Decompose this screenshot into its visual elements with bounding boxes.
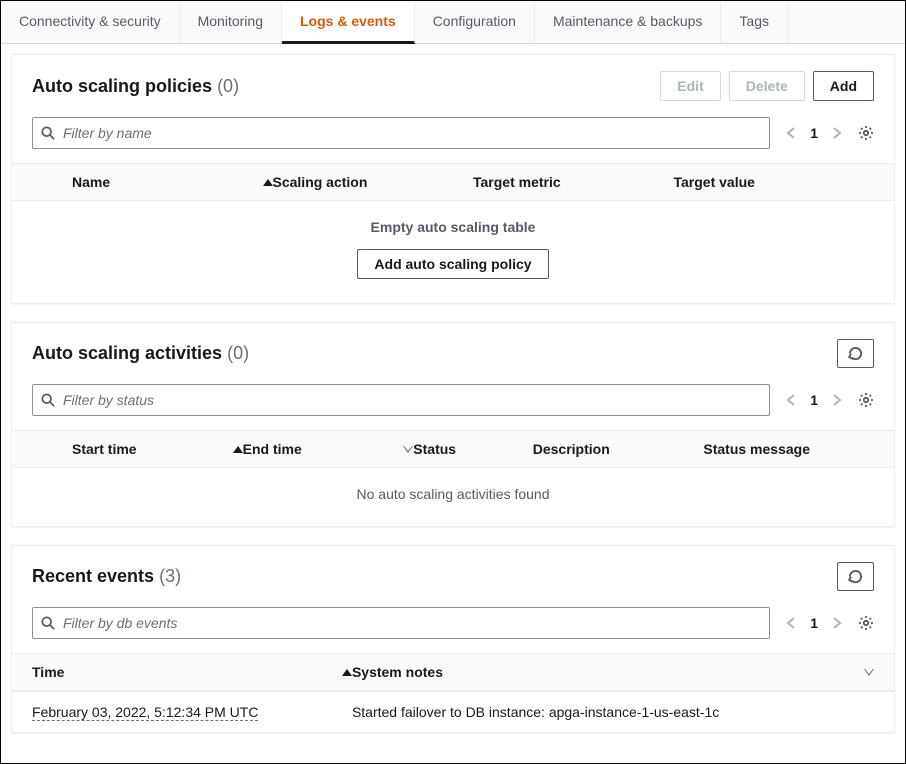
prev-page-icon[interactable] [782, 122, 800, 144]
sort-asc-icon [263, 179, 273, 186]
delete-button[interactable]: Delete [729, 71, 805, 101]
next-page-icon[interactable] [828, 389, 846, 411]
col-status[interactable]: Status [413, 441, 532, 457]
events-table-head: Time System notes [12, 653, 894, 691]
sort-desc-icon [403, 446, 413, 453]
next-page-icon[interactable] [828, 122, 846, 144]
refresh-icon [848, 569, 863, 584]
events-filter-input[interactable] [61, 614, 761, 632]
page-number: 1 [810, 392, 818, 408]
tab-maintenance[interactable]: Maintenance & backups [535, 1, 721, 43]
search-icon [41, 126, 55, 140]
events-filter[interactable] [32, 607, 770, 639]
sort-asc-icon [233, 446, 243, 453]
tab-monitoring[interactable]: Monitoring [180, 1, 282, 43]
policies-pager: 1 [782, 122, 846, 144]
refresh-button[interactable] [837, 562, 874, 591]
activities-filter-input[interactable] [61, 391, 761, 409]
col-target-value[interactable]: Target value [674, 174, 875, 190]
activities-table-head: Start time End time Status Description S… [12, 430, 894, 468]
activities-empty: No auto scaling activities found [12, 468, 894, 526]
col-end-time[interactable]: End time [243, 441, 414, 457]
activities-filter[interactable] [32, 384, 770, 416]
col-status-message[interactable]: Status message [703, 441, 874, 457]
refresh-button[interactable] [837, 339, 874, 368]
table-row: February 03, 2022, 5:12:34 PM UTC Starte… [12, 691, 894, 732]
col-name[interactable]: Name [72, 174, 273, 190]
event-notes: Started failover to DB instance: apga-in… [352, 704, 874, 720]
col-description[interactable]: Description [533, 441, 704, 457]
tab-logs-events[interactable]: Logs & events [282, 1, 415, 44]
col-time[interactable]: Time [32, 664, 352, 680]
col-start-time[interactable]: Start time [72, 441, 243, 457]
policies-table-head: Name Scaling action Target metric Target… [12, 163, 894, 201]
policies-title: Auto scaling policies (0) [32, 76, 239, 97]
settings-icon[interactable] [858, 392, 874, 408]
events-title: Recent events (3) [32, 566, 181, 587]
tab-bar: Connectivity & security Monitoring Logs … [1, 1, 905, 44]
recent-events-panel: Recent events (3) 1 Time System notes Fe… [11, 545, 895, 733]
prev-page-icon[interactable] [782, 612, 800, 634]
tab-tags[interactable]: Tags [721, 1, 788, 43]
add-button[interactable]: Add [813, 71, 874, 101]
col-scaling-action[interactable]: Scaling action [273, 174, 474, 190]
tab-configuration[interactable]: Configuration [415, 1, 535, 43]
sort-asc-icon [342, 669, 352, 676]
search-icon [41, 616, 55, 630]
col-system-notes[interactable]: System notes [352, 664, 874, 680]
page-number: 1 [810, 615, 818, 631]
tab-connectivity[interactable]: Connectivity & security [1, 1, 180, 43]
activities-title: Auto scaling activities (0) [32, 343, 249, 364]
policies-filter[interactable] [32, 117, 770, 149]
edit-button[interactable]: Edit [660, 71, 720, 101]
settings-icon[interactable] [858, 125, 874, 141]
col-target-metric[interactable]: Target metric [473, 174, 674, 190]
page-number: 1 [810, 125, 818, 141]
policies-empty: Empty auto scaling table Add auto scalin… [12, 201, 894, 303]
auto-scaling-policies-panel: Auto scaling policies (0) Edit Delete Ad… [11, 54, 895, 304]
activities-pager: 1 [782, 389, 846, 411]
events-pager: 1 [782, 612, 846, 634]
prev-page-icon[interactable] [782, 389, 800, 411]
policies-filter-input[interactable] [61, 124, 761, 142]
refresh-icon [848, 346, 863, 361]
settings-icon[interactable] [858, 615, 874, 631]
next-page-icon[interactable] [828, 612, 846, 634]
sort-desc-icon [864, 669, 874, 676]
auto-scaling-activities-panel: Auto scaling activities (0) 1 Start time… [11, 322, 895, 527]
add-auto-scaling-policy-button[interactable]: Add auto scaling policy [357, 249, 548, 279]
event-time: February 03, 2022, 5:12:34 PM UTC [32, 704, 258, 721]
search-icon [41, 393, 55, 407]
